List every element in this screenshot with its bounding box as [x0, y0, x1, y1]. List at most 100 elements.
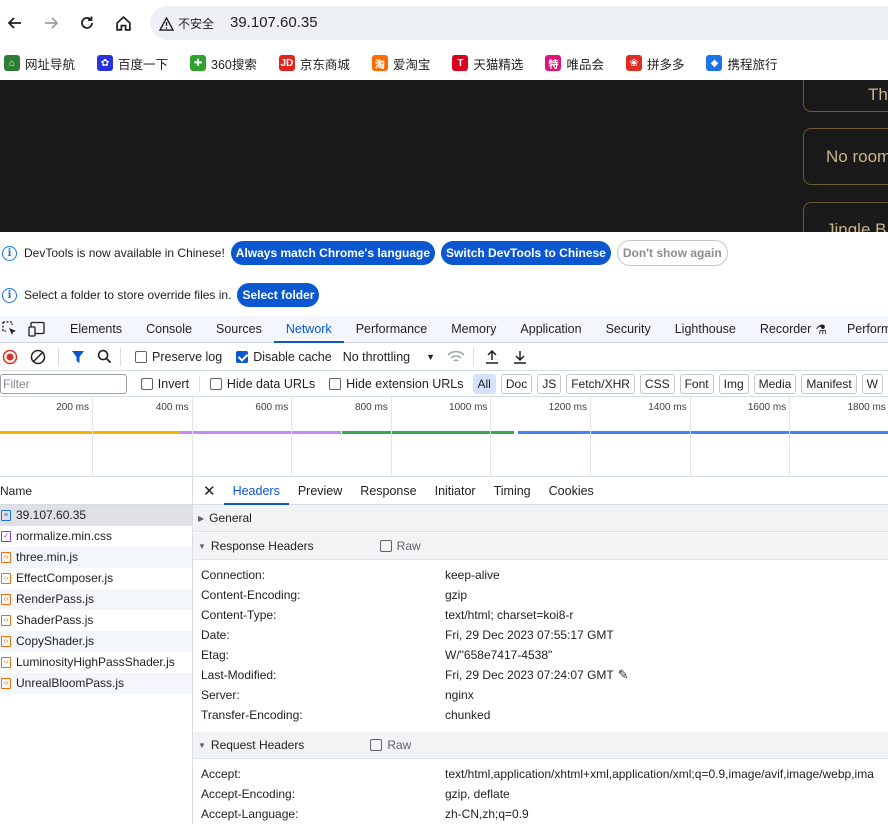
- chevron-down-icon: ▼: [426, 351, 436, 362]
- request-row[interactable]: ‹› ShaderPass.js: [0, 610, 192, 631]
- request-headers-section-header[interactable]: ▼ Request Headers Raw: [193, 732, 888, 759]
- header-name: Connection:: [201, 568, 266, 582]
- url-text[interactable]: 39.107.60.35: [230, 14, 318, 31]
- back-button[interactable]: [4, 12, 26, 34]
- detail-tab-headers[interactable]: Headers: [223, 477, 289, 505]
- page-card[interactable]: No room: [803, 128, 888, 185]
- filter-chip-css[interactable]: CSS: [639, 373, 675, 394]
- record-button[interactable]: [2, 349, 18, 365]
- filter-chip-doc[interactable]: Doc: [500, 373, 533, 394]
- divider: [120, 347, 121, 366]
- header-row: Accept-Language: zh-CN,zh;q=0.9: [193, 804, 888, 824]
- checkbox[interactable]: [370, 739, 383, 751]
- detail-tab-initiator[interactable]: Initiator: [426, 477, 485, 505]
- search-button[interactable]: [97, 349, 112, 364]
- network-overview[interactable]: 200 ms 400 ms 600 ms 800 ms 1000 ms 1200 ms 14…: [0, 397, 888, 477]
- name-column-header[interactable]: Name: [0, 477, 192, 505]
- filter-chip-all[interactable]: All: [472, 373, 496, 394]
- import-har-button[interactable]: [485, 349, 499, 364]
- tab-performance[interactable]: Performance: [344, 316, 440, 343]
- checkbox[interactable]: [329, 377, 342, 390]
- preserve-log-checkbox[interactable]: Preserve log: [135, 350, 222, 364]
- general-section-header[interactable]: ▶ General: [193, 505, 888, 532]
- bookmark-label: 爱淘宝: [392, 57, 431, 72]
- filter-chip-media[interactable]: Media: [753, 373, 797, 394]
- select-folder-button[interactable]: Select folder: [237, 283, 320, 307]
- bookmark-item[interactable]: T 天猫精选: [452, 54, 523, 73]
- checkbox[interactable]: [379, 540, 392, 552]
- network-conditions-button[interactable]: [447, 350, 465, 364]
- filter-chip-img[interactable]: Img: [718, 373, 749, 394]
- close-icon[interactable]: ✕: [193, 482, 224, 500]
- disable-cache-checkbox[interactable]: Disable cache: [236, 350, 332, 364]
- tab-application[interactable]: Application: [508, 316, 593, 343]
- forward-button[interactable]: [40, 12, 62, 34]
- checkbox[interactable]: [140, 377, 153, 390]
- tab-recorder[interactable]: Recorder: [748, 316, 823, 343]
- pencil-icon[interactable]: ✎: [618, 665, 629, 685]
- request-row[interactable]: ‹› LuminosityHighPassShader.js: [0, 652, 192, 673]
- filter-chip-font[interactable]: Font: [679, 373, 714, 394]
- filter-chip-js[interactable]: JS: [537, 373, 562, 394]
- reload-button[interactable]: [76, 12, 98, 34]
- hide-data-urls-checkbox[interactable]: Hide data URLs: [209, 377, 315, 391]
- request-row[interactable]: ‹› EffectComposer.js: [0, 568, 192, 589]
- bookmark-item[interactable]: 特唯品会: [545, 54, 604, 73]
- tab-network[interactable]: Network: [273, 316, 344, 343]
- tab-console[interactable]: Console: [134, 316, 204, 343]
- bookmark-item[interactable]: ✿ 百度一下: [97, 54, 168, 73]
- bookmark-item[interactable]: ⌂ 网址导航: [4, 54, 75, 73]
- export-har-button[interactable]: [513, 350, 527, 364]
- tab-memory[interactable]: Memory: [439, 316, 508, 343]
- filter-input[interactable]: Filter: [0, 373, 127, 394]
- tab-security[interactable]: Security: [594, 316, 663, 343]
- header-value: W/"658e7417-4538": [445, 648, 553, 662]
- bookmark-item[interactable]: 淘爱淘宝: [371, 54, 431, 73]
- request-row[interactable]: ‹› UnrealBloomPass.js: [0, 673, 192, 694]
- bookmark-item[interactable]: ❀ 拼多多: [625, 54, 684, 73]
- bookmark-item[interactable]: ✚ 360搜索: [190, 54, 257, 73]
- request-row[interactable]: ≡ 39.107.60.35: [0, 505, 192, 526]
- header-value: keep-alive: [445, 568, 500, 582]
- home-button[interactable]: [112, 12, 134, 34]
- filter-chip-fetchxhr[interactable]: Fetch/XHR: [566, 373, 635, 394]
- raw-checkbox[interactable]: Raw: [379, 539, 421, 553]
- request-row[interactable]: ‹› three.min.js: [0, 547, 192, 568]
- tab-elements[interactable]: Elements: [58, 316, 134, 343]
- dont-show-again-button[interactable]: Don't show again: [616, 240, 728, 266]
- filter-chip-w[interactable]: W: [861, 373, 883, 394]
- tab-sources[interactable]: Sources: [204, 316, 274, 343]
- checkbox[interactable]: [135, 350, 147, 363]
- detail-tab-cookies[interactable]: Cookies: [540, 477, 603, 505]
- request-row[interactable]: ‹› RenderPass.js: [0, 589, 192, 610]
- checkbox[interactable]: [236, 350, 249, 363]
- detail-tab-preview[interactable]: Preview: [289, 477, 351, 505]
- filter-chip-manifest[interactable]: Manifest: [801, 373, 857, 394]
- tab-lighthouse[interactable]: Lighthouse: [663, 316, 748, 343]
- security-indicator[interactable]: 不安全: [159, 15, 214, 32]
- response-headers-section-header[interactable]: ▼ Response Headers Raw: [193, 533, 888, 560]
- bookmark-item[interactable]: ◆ 携程旅行: [706, 54, 777, 73]
- throttling-select[interactable]: No throttling ▼: [343, 350, 435, 364]
- tab-performa[interactable]: Performa: [835, 316, 888, 343]
- inspect-element-button[interactable]: [0, 321, 22, 337]
- search360-icon: ✚: [190, 55, 207, 71]
- hide-extension-urls-checkbox[interactable]: Hide extension URLs: [329, 377, 464, 391]
- match-language-button[interactable]: Always match Chrome's language: [230, 241, 436, 265]
- checkbox[interactable]: [209, 377, 222, 390]
- switch-language-button[interactable]: Switch DevTools to Chinese: [441, 241, 611, 265]
- page-card[interactable]: Jingle B: [803, 202, 888, 232]
- device-toolbar-button[interactable]: [22, 321, 58, 337]
- raw-checkbox[interactable]: Raw: [370, 738, 411, 752]
- clear-button[interactable]: [30, 349, 46, 365]
- omnibox[interactable]: 不安全 39.107.60.35: [150, 6, 888, 40]
- detail-tab-timing[interactable]: Timing: [485, 477, 540, 505]
- page-card[interactable]: Thi: [803, 80, 888, 112]
- detail-tab-response[interactable]: Response: [351, 477, 425, 505]
- bookmark-item[interactable]: JD 京东商城: [278, 54, 350, 73]
- request-row[interactable]: ✓ normalize.min.css: [0, 526, 192, 547]
- filter-toggle-button[interactable]: [71, 350, 85, 364]
- request-row[interactable]: ‹› CopyShader.js: [0, 631, 192, 652]
- language-infobar: i DevTools is now available in Chinese! …: [0, 232, 888, 274]
- invert-checkbox[interactable]: Invert: [140, 377, 189, 391]
